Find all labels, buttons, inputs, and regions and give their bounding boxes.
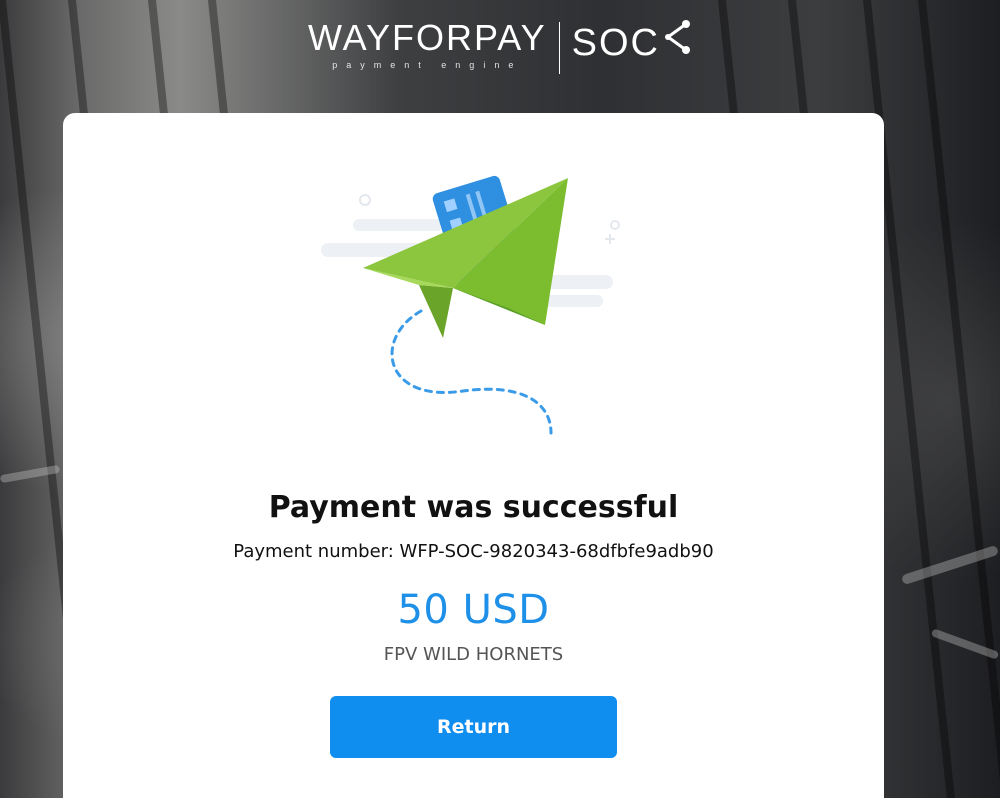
payment-amount: 50 USD: [397, 587, 550, 633]
share-icon: [662, 18, 692, 67]
logo-divider: [558, 22, 560, 74]
merchant-name: FPV WILD HORNETS: [383, 644, 564, 665]
paper-plane-with-card-icon: [313, 163, 633, 453]
payment-result-card: Payment was successful Payment number: W…: [63, 113, 884, 798]
payment-status-title: Payment was successful: [268, 490, 679, 525]
return-button[interactable]: Return: [330, 696, 617, 758]
partner-logo: SOC: [572, 18, 692, 67]
partner-name: SOC: [571, 21, 661, 64]
payment-number: Payment number: WFP-SOC-9820343-68dfbfe9…: [233, 541, 714, 562]
brand-logo: WAYFORPAY payment engine SOC: [0, 18, 1000, 78]
brand-tagline: payment engine: [332, 60, 523, 70]
brand-name: WAYFORPAY: [307, 17, 547, 58]
